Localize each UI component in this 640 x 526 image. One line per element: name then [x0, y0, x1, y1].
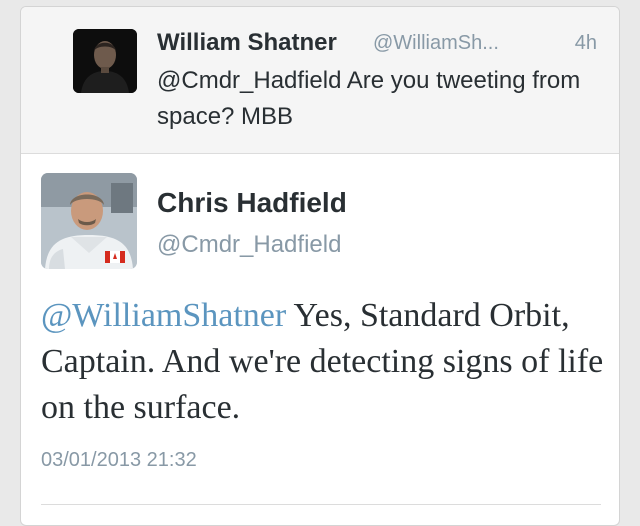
mention-link[interactable]: @WilliamShatner — [41, 297, 286, 334]
tweet-author-name[interactable]: Chris Hadfield — [157, 187, 347, 219]
chris-hadfield-avatar[interactable] — [41, 173, 137, 269]
tweet-text: @WilliamShatner Yes, Standard Orbit, Cap… — [41, 293, 611, 431]
tweet-timestamp: 03/01/2013 21:32 — [41, 449, 197, 471]
reply-timestamp: 4h — [574, 32, 597, 54]
avatar-astronaut-image — [41, 173, 137, 269]
divider — [41, 504, 601, 505]
william-shatner-avatar[interactable] — [73, 29, 137, 93]
tweet-author-handle[interactable]: @Cmdr_Hadfield — [157, 231, 341, 259]
reply-author-name[interactable]: William Shatner — [157, 29, 337, 57]
reply-tweet-text: @Cmdr_Hadfield Are you tweeting from spa… — [157, 67, 581, 130]
avatar-portrait-image — [73, 29, 137, 93]
reply-tweet-header: William Shatner @WilliamSh... 4h — [157, 29, 607, 59]
tweet-detail-card: William Shatner @WilliamSh... 4h @Cmdr_H… — [20, 6, 620, 526]
reply-author-handle[interactable]: @WilliamSh... — [373, 32, 499, 55]
in-reply-to-tweet[interactable]: William Shatner @WilliamSh... 4h @Cmdr_H… — [21, 7, 619, 154]
